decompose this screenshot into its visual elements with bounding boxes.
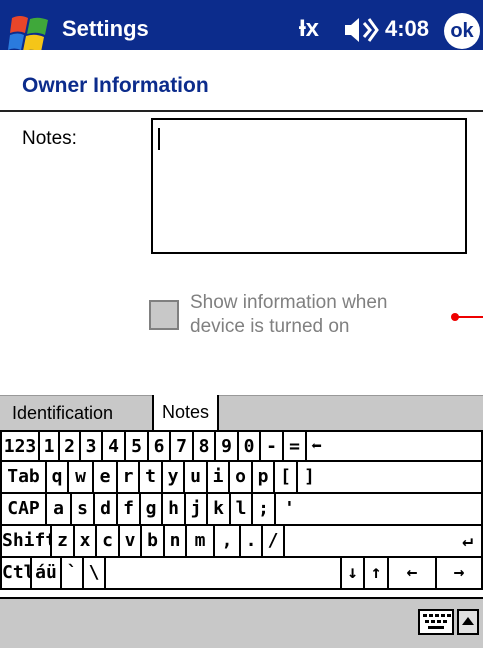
key-down-arrow[interactable]: ↓ (340, 558, 363, 590)
key[interactable]: 6 (147, 430, 169, 462)
checkbox-label-line1: Show information when (190, 292, 388, 313)
key[interactable]: j (184, 494, 206, 526)
key[interactable]: g (139, 494, 161, 526)
input-menu-arrow-button[interactable] (457, 609, 479, 635)
key[interactable]: b (140, 526, 163, 558)
key-left-arrow[interactable]: ← (387, 558, 435, 590)
notes-label: Notes: (22, 128, 77, 149)
key[interactable]: l (229, 494, 251, 526)
key[interactable]: 2 (58, 430, 79, 462)
key-accents[interactable]: áü (30, 558, 60, 590)
key[interactable]: 8 (192, 430, 214, 462)
show-info-checkbox[interactable] (149, 300, 179, 330)
key[interactable]: = (282, 430, 305, 462)
key[interactable]: r (116, 462, 138, 494)
key[interactable]: f (116, 494, 139, 526)
key[interactable]: 3 (79, 430, 101, 462)
tab-identification[interactable]: Identification (4, 396, 121, 430)
ok-button[interactable]: ok (444, 13, 480, 49)
checkbox-label-line2: device is turned on (190, 316, 350, 337)
key-caps[interactable]: CAP (0, 494, 45, 526)
key[interactable]: o (228, 462, 251, 494)
triangle-up-icon (462, 617, 474, 625)
key[interactable]: 1 (38, 430, 58, 462)
key[interactable]: i (206, 462, 228, 494)
key-backspace[interactable]: ⬅ (305, 430, 483, 462)
key[interactable]: , (213, 526, 239, 558)
key[interactable]: 0 (237, 430, 259, 462)
key-shift[interactable]: Shift (0, 526, 50, 558)
key-enter[interactable]: ↵ (283, 526, 483, 558)
key-ctrl[interactable]: Ctl (0, 558, 30, 590)
key[interactable]: t (138, 462, 161, 494)
key-space[interactable] (104, 558, 340, 590)
key[interactable]: \ (82, 558, 104, 590)
key[interactable]: [ (273, 462, 296, 494)
soft-keyboard: 123 1 2 3 4 5 6 7 8 9 0 - = ⬅ Tab q w e … (0, 430, 483, 595)
key[interactable]: z (50, 526, 73, 558)
page-header: Owner Information (0, 50, 483, 112)
key[interactable]: q (45, 462, 67, 494)
tab-notes[interactable]: Notes (152, 395, 220, 431)
key[interactable]: u (183, 462, 206, 494)
key[interactable]: w (67, 462, 92, 494)
key-123[interactable]: 123 (0, 430, 38, 462)
key[interactable]: x (73, 526, 95, 558)
key-right-arrow[interactable]: → (435, 558, 483, 590)
connectivity-icon[interactable]: Ɨx (299, 15, 319, 43)
key[interactable]: c (95, 526, 118, 558)
tab-bar: Identification Notes (0, 395, 483, 432)
app-title: Settings (62, 16, 149, 41)
key-up-arrow[interactable]: ↑ (363, 558, 387, 590)
key[interactable]: a (45, 494, 70, 526)
key[interactable]: ` (60, 558, 82, 590)
key[interactable]: e (92, 462, 116, 494)
text-caret (158, 128, 160, 150)
key[interactable]: ; (251, 494, 274, 526)
red-pointer-line (458, 316, 483, 318)
notes-textarea[interactable] (151, 118, 467, 254)
key[interactable]: n (163, 526, 185, 558)
key[interactable]: k (206, 494, 229, 526)
key[interactable]: ] (296, 462, 483, 494)
key[interactable]: . (239, 526, 261, 558)
keyboard-icon[interactable] (418, 609, 454, 635)
key[interactable]: h (161, 494, 184, 526)
key[interactable]: 4 (101, 430, 124, 462)
key[interactable]: 7 (169, 430, 192, 462)
key[interactable]: m (185, 526, 213, 558)
volume-icon[interactable] (343, 14, 381, 46)
clock[interactable]: 4:08 (385, 16, 429, 42)
key[interactable]: s (70, 494, 93, 526)
key[interactable]: d (93, 494, 116, 526)
key-tab[interactable]: Tab (0, 462, 45, 494)
page-title: Owner Information (22, 74, 209, 97)
key[interactable]: - (259, 430, 282, 462)
key[interactable]: ' (274, 494, 483, 526)
key[interactable]: v (118, 526, 140, 558)
key[interactable]: p (251, 462, 273, 494)
key[interactable]: 9 (214, 430, 237, 462)
key[interactable]: / (261, 526, 283, 558)
menu-bar (0, 597, 483, 648)
key[interactable]: y (161, 462, 183, 494)
key[interactable]: 5 (124, 430, 147, 462)
